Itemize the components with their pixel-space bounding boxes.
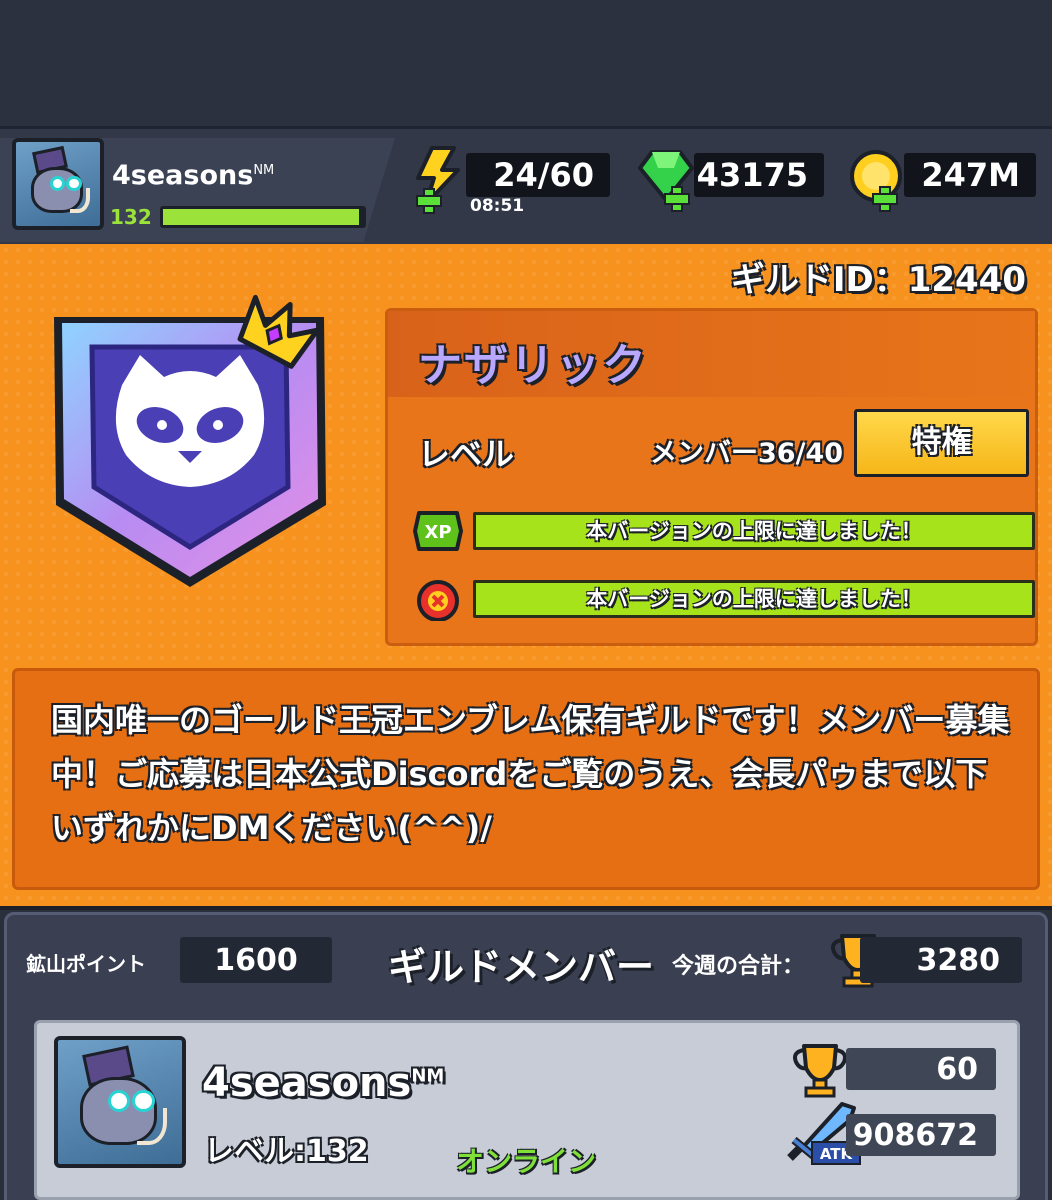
xp-icon-label: XP [424, 522, 451, 543]
gem-plus-icon[interactable] [664, 186, 690, 212]
mine-points-label: 鉱山ポイント [26, 952, 146, 976]
guild-xp-row: XP 本バージョンの上限に達しました！ [413, 509, 1035, 551]
member-badge: NM [411, 1065, 445, 1087]
member-attack: 908672 [846, 1114, 996, 1156]
guild-info-panel: ナザリック レベル メンバー36/40 特権 XP 本バージョンの上限に達しまし… [385, 308, 1038, 646]
perks-button[interactable]: 特権 [854, 409, 1029, 477]
player-badge: NM [253, 163, 275, 178]
guild-description-panel[interactable]: 国内唯一のゴールド王冠エンブレム保有ギルドです！メンバー募集中！ご応募は日本公式… [12, 668, 1040, 890]
energy-timer: 08:51 [470, 196, 525, 216]
player-xp-fill [163, 209, 359, 225]
member-trophies: 60 [846, 1048, 996, 1090]
guild-coin-icon [417, 580, 459, 621]
avatar-goggle [107, 1089, 130, 1112]
avatar-goggle [49, 175, 65, 191]
status-bar-area [0, 0, 1052, 126]
member-trophy-icon [793, 1044, 847, 1098]
energy-counter: 24/60 [466, 153, 610, 197]
player-xp-bar [160, 206, 366, 228]
gem-counter: 43175 [694, 153, 824, 197]
guild-emblem[interactable] [40, 265, 370, 595]
member-level: レベル:132 [204, 1134, 369, 1169]
energy-plus-icon[interactable] [416, 188, 442, 214]
guild-member-count: メンバー36/40 [650, 438, 844, 469]
member-avatar[interactable] [54, 1036, 186, 1168]
member-name-text: 4seasons [202, 1060, 412, 1106]
xp-icon: XP [413, 511, 463, 551]
player-name-text: 4seasons [112, 160, 254, 191]
gold-plus-icon[interactable] [872, 186, 898, 212]
guild-coin-bar: 本バージョンの上限に達しました！ [473, 580, 1035, 618]
avatar-tusk [69, 188, 90, 214]
player-level: 132 [110, 205, 152, 229]
guild-level-label: レベル [418, 435, 515, 473]
player-name: 4seasonsNM [112, 160, 274, 191]
member-status: オンライン [456, 1145, 597, 1178]
avatar-tusk [137, 1108, 168, 1146]
guild-members-title: ギルドメンバー [388, 945, 655, 989]
guild-description: 国内唯一のゴールド王冠エンブレム保有ギルドです！メンバー募集中！ご応募は日本公式… [51, 701, 1010, 847]
mine-points-value: 1600 [180, 937, 332, 983]
gold-counter: 247M [904, 153, 1036, 197]
weekly-total-value: 3280 [860, 937, 1022, 983]
weekly-total-label: 今週の合計： [672, 954, 805, 979]
guild-xp-bar: 本バージョンの上限に達しました！ [473, 512, 1035, 550]
guild-id: ギルドID：12440 [730, 260, 1026, 300]
member-name: 4seasonsNM [202, 1060, 444, 1106]
player-avatar[interactable] [12, 138, 104, 230]
guild-name: ナザリック [418, 340, 648, 391]
guild-coin-row: 本バージョンの上限に達しました！ [413, 577, 1035, 621]
